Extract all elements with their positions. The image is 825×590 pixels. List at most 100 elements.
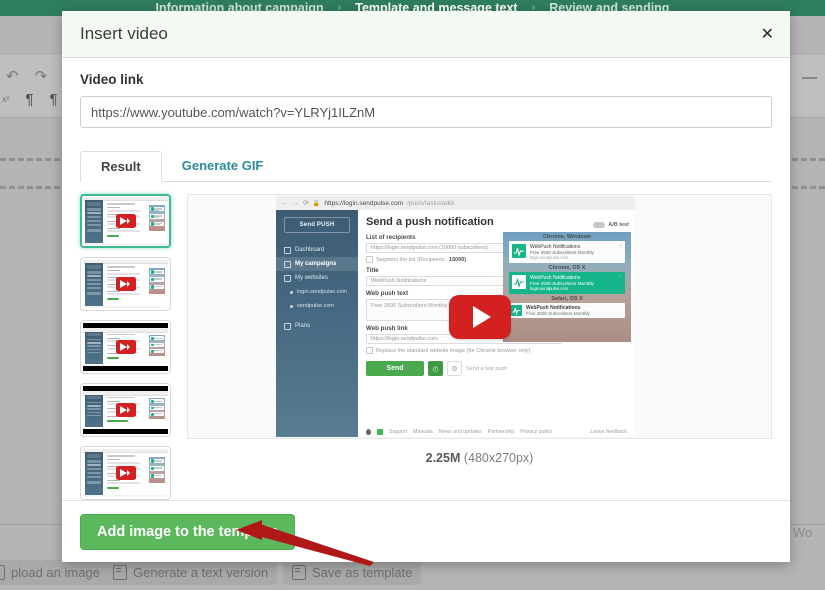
save-template-icon [292, 565, 306, 580]
footer-link-support: Support [389, 429, 407, 435]
preview-segment-count: 15000) [449, 257, 466, 263]
android-icon [377, 429, 383, 435]
thumbnail-preview [83, 386, 168, 434]
preview-nav-plans: Plans [276, 319, 358, 333]
preview-recipients-value: https://login.sendpulse.com (15000 subsc… [371, 245, 488, 251]
footer-link-privacy: Privacy policy [520, 429, 552, 435]
preview-footer: Support Manuals News and updates Partner… [358, 429, 635, 435]
notif-text-3: Free 2500 Subscribers Monthly [526, 311, 623, 316]
thumbnail-frame-5[interactable] [80, 446, 171, 500]
webpush-logo-icon [511, 305, 522, 316]
preview-notification-panel: Chrome, Windows WebPush Notifications Fr… [503, 232, 631, 342]
preview-send-button: Send [366, 361, 424, 376]
preview-link-value: https://login.sendpulse.com [371, 336, 438, 342]
youtube-play-icon[interactable] [449, 295, 511, 339]
checkbox-icon [366, 256, 373, 263]
modal-header: Insert video ✕ [62, 11, 790, 58]
apple-icon [366, 429, 371, 435]
notif-close-icon: × [619, 274, 622, 279]
thumbnail-preview [83, 260, 168, 308]
notification-card-chrome-osx: WebPush Notifications Free 2500 Subscrib… [509, 272, 625, 294]
notif-source-2: login.sendpulse.com [530, 286, 622, 291]
thumbnail-frame-2[interactable] [80, 257, 171, 311]
file-size: 2.25M [426, 451, 461, 465]
preview-title-value: WebPush Notifications [371, 278, 426, 284]
file-info: 2.25M (480x270px) [187, 451, 772, 465]
browser-reload-icon: ⟳ [303, 199, 309, 207]
preview-ab-test: A/B test [593, 222, 629, 228]
video-link-input[interactable] [80, 96, 772, 128]
footer-link-partnership: Partnership [488, 429, 515, 435]
preview-segment-label: Segment the list (Recipients: [376, 257, 446, 263]
browser-forward-icon: → [292, 200, 299, 207]
video-preview[interactable]: ← → ⟳ 🔒 https://login.sendpulse.com /pus… [187, 194, 772, 439]
save-as-template-button[interactable]: Save as template [283, 560, 421, 585]
notif-close-icon: × [619, 243, 622, 248]
tab-generate-gif[interactable]: Generate GIF [162, 150, 284, 181]
preview-send-row: Send ◴ ⚙ Send a test push [366, 361, 627, 376]
footer-link-news: News and updates [439, 429, 482, 435]
preview-text-value: Free 2500 Subscribers Monthly [371, 303, 447, 309]
preview-nav-label: sendpulse.com [297, 303, 334, 309]
generate-text-version-button[interactable]: Generate a text version [104, 560, 277, 585]
preview-nav-site-2: sendpulse.com [276, 299, 358, 313]
thumbnail-frame-3[interactable] [80, 320, 171, 374]
modal-body: Video link Result Generate GIF [62, 58, 790, 509]
settings-gear-icon: ⚙ [447, 361, 462, 376]
preview-send-push-button: Send PUSH [284, 217, 350, 233]
thumbnail-preview [83, 323, 168, 371]
browser-back-icon: ← [281, 200, 288, 207]
preview-nav-dashboard: Dashboard [276, 243, 358, 257]
editor-toolbar-row-2: x² ¶ ¶ [2, 92, 58, 107]
paragraph-rtl-icon[interactable]: ¶ [26, 92, 34, 107]
campaigns-icon [284, 261, 291, 268]
save-as-template-label: Save as template [312, 565, 412, 580]
close-icon[interactable]: ✕ [761, 26, 774, 42]
insert-video-modal: Insert video ✕ Video link Result Generat… [62, 11, 790, 562]
schedule-clock-icon: ◴ [428, 361, 443, 376]
preview-replace-image-checkbox: Replace the standard website image (for … [366, 347, 627, 354]
result-content: ← → ⟳ 🔒 https://login.sendpulse.com /pus… [62, 182, 790, 509]
lock-icon: 🔒 [313, 200, 320, 207]
video-link-field-block: Video link [62, 58, 790, 128]
paragraph-ltr-icon[interactable]: ¶ [50, 92, 58, 107]
preview-nav-label: login.sendpulse.com [297, 289, 347, 295]
webpush-logo-icon [512, 275, 526, 289]
preview-sidebar: Send PUSH Dashboard My campaigns [276, 210, 358, 437]
preview-replace-label: Replace the standard website image (for … [376, 348, 530, 354]
thumbnail-preview [83, 197, 168, 245]
tab-bar: Result Generate GIF [80, 150, 772, 182]
browser-url-path: /push/tasks/add/ [407, 200, 454, 207]
bullet-icon [290, 291, 293, 294]
minus-icon[interactable]: — [802, 70, 817, 85]
upload-image-label: pload an image [11, 565, 100, 580]
modal-title: Insert video [80, 24, 168, 44]
video-link-label: Video link [80, 72, 772, 87]
thumbnail-list [80, 194, 173, 509]
notif-platform-2: Chrome, OS X [503, 265, 631, 271]
preview-nav-label: My campaigns [295, 261, 336, 267]
add-image-to-template-button[interactable]: Add image to the template [80, 514, 295, 550]
preview-nav-my-campaigns: My campaigns [276, 257, 358, 271]
dashboard-icon [284, 247, 291, 254]
text-version-icon [113, 565, 127, 580]
upload-image-button[interactable]: pload an image [0, 560, 109, 585]
plans-icon [284, 323, 291, 330]
generate-text-version-label: Generate a text version [133, 565, 268, 580]
tab-result[interactable]: Result [80, 151, 162, 182]
footer-link-feedback: Leave feedback [590, 429, 627, 435]
thumbnail-frame-4[interactable] [80, 383, 171, 437]
undo-icon[interactable]: ↶ [6, 69, 19, 84]
redo-icon[interactable]: ↷ [35, 69, 48, 84]
notification-card-chrome-windows: WebPush Notifications Free 2500 Subscrib… [509, 241, 625, 263]
thumbnail-frame-1[interactable] [80, 194, 171, 248]
preview-test-push-link: Send a test push [466, 366, 507, 372]
notif-platform-3: Safari, OS X [503, 296, 631, 302]
preview-nav-my-websites: My websites [276, 271, 358, 285]
superscript-icon[interactable]: x² [2, 95, 10, 104]
websites-icon [284, 275, 291, 282]
screen-root: Information about campaign › Template an… [0, 0, 825, 590]
preview-nav-label: Plans [295, 323, 310, 329]
checkbox-icon [366, 347, 373, 354]
preview-form-title: Send a push notification [366, 216, 627, 228]
